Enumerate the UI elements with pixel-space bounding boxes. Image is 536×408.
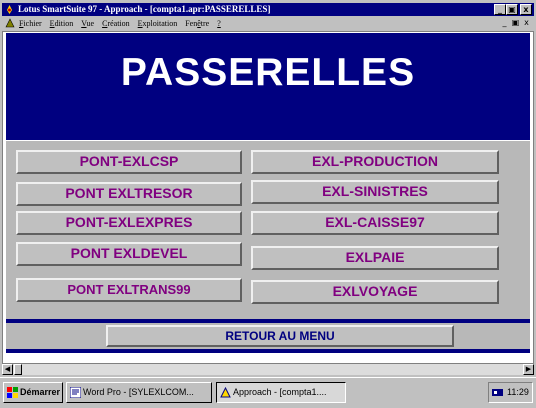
menu-item-0[interactable]: Fichier — [19, 17, 42, 30]
menu-item-3[interactable]: Création — [102, 17, 130, 30]
minimize-button[interactable]: _ — [494, 4, 506, 15]
exl-caisse97-button[interactable]: EXL-CAISSE97 — [251, 211, 499, 235]
scroll-right-icon[interactable]: ▶ — [523, 364, 534, 375]
tray-icon[interactable] — [492, 387, 503, 398]
window-title: Lotus SmartSuite 97 - Approach - [compta… — [18, 4, 271, 14]
pont-exltresor-button[interactable]: PONT EXLTRESOR — [16, 182, 242, 206]
title-bar: Lotus SmartSuite 97 - Approach - [compta… — [2, 3, 534, 16]
taskbar: Démarrer Word Pro - [SYLEXLCOM... Approa… — [0, 377, 536, 408]
form-content: PASSERELLES PONT-EXLCSP PONT EXLTRESOR P… — [2, 31, 534, 364]
scroll-thumb[interactable] — [14, 364, 22, 375]
taskbar-item-label: Word Pro - [SYLEXLCOM... — [83, 387, 194, 397]
divider — [6, 349, 530, 353]
maximize-button[interactable]: ▣ — [506, 4, 518, 15]
exlvoyage-button[interactable]: EXLVOYAGE — [251, 280, 499, 304]
menu-item-5[interactable]: Fenêtre — [185, 17, 209, 30]
menu-bar: Fichier Edition Vue Création Exploitation Fen… — [2, 17, 534, 30]
menu-item-2[interactable]: Vue — [81, 17, 94, 30]
menu-items: Fichier Edition Vue Création Exploitation Fen… — [19, 17, 221, 30]
lotus-app-icon — [4, 4, 15, 15]
pont-exlcsp-button[interactable]: PONT-EXLCSP — [16, 150, 242, 174]
window-controls: _ ▣ x — [494, 4, 532, 15]
windows-logo-icon — [7, 387, 18, 398]
banner: PASSERELLES — [6, 33, 530, 140]
app-window: Lotus SmartSuite 97 - Approach - [compta… — [0, 0, 536, 408]
retour-au-menu-button[interactable]: RETOUR AU MENU — [106, 325, 454, 347]
pont-exldevel-button[interactable]: PONT EXLDEVEL — [16, 242, 242, 266]
horizontal-scrollbar[interactable]: ◀ ▶ — [2, 364, 534, 375]
taskbar-item-word-pro[interactable]: Word Pro - [SYLEXLCOM... — [66, 382, 212, 403]
taskbar-item-approach[interactable]: Approach - [compta1.... — [216, 382, 346, 403]
start-button[interactable]: Démarrer — [3, 382, 63, 403]
exl-production-button[interactable]: EXL-PRODUCTION — [251, 150, 499, 174]
clock: 11:29 — [507, 387, 529, 397]
system-tray: 11:29 — [488, 382, 533, 403]
menu-item-4[interactable]: Exploitation — [138, 17, 178, 30]
start-label: Démarrer — [20, 387, 61, 397]
exlpaie-button[interactable]: EXLPAIE — [251, 246, 499, 270]
doc-restore-button[interactable]: ▣ — [510, 18, 521, 28]
scroll-left-icon[interactable]: ◀ — [2, 364, 13, 375]
document-icon[interactable] — [5, 18, 15, 28]
menu-item-6[interactable]: ? — [217, 17, 221, 30]
pont-exlexpres-button[interactable]: PONT-EXLEXPRES — [16, 211, 242, 235]
approach-icon — [220, 387, 231, 398]
taskbar-item-label: Approach - [compta1.... — [233, 387, 327, 397]
pont-exltrans99-button[interactable]: PONT EXLTRANS99 — [16, 278, 242, 302]
exl-sinistres-button[interactable]: EXL-SINISTRES — [251, 180, 499, 204]
menu-item-1[interactable]: Edition — [50, 17, 74, 30]
doc-close-button[interactable]: x — [521, 18, 532, 28]
document-controls: _ ▣ x — [499, 18, 532, 28]
close-button[interactable]: x — [520, 4, 532, 15]
word-pro-icon — [70, 387, 81, 398]
page-title: PASSERELLES — [120, 51, 416, 94]
doc-minimize-button[interactable]: _ — [499, 18, 510, 28]
